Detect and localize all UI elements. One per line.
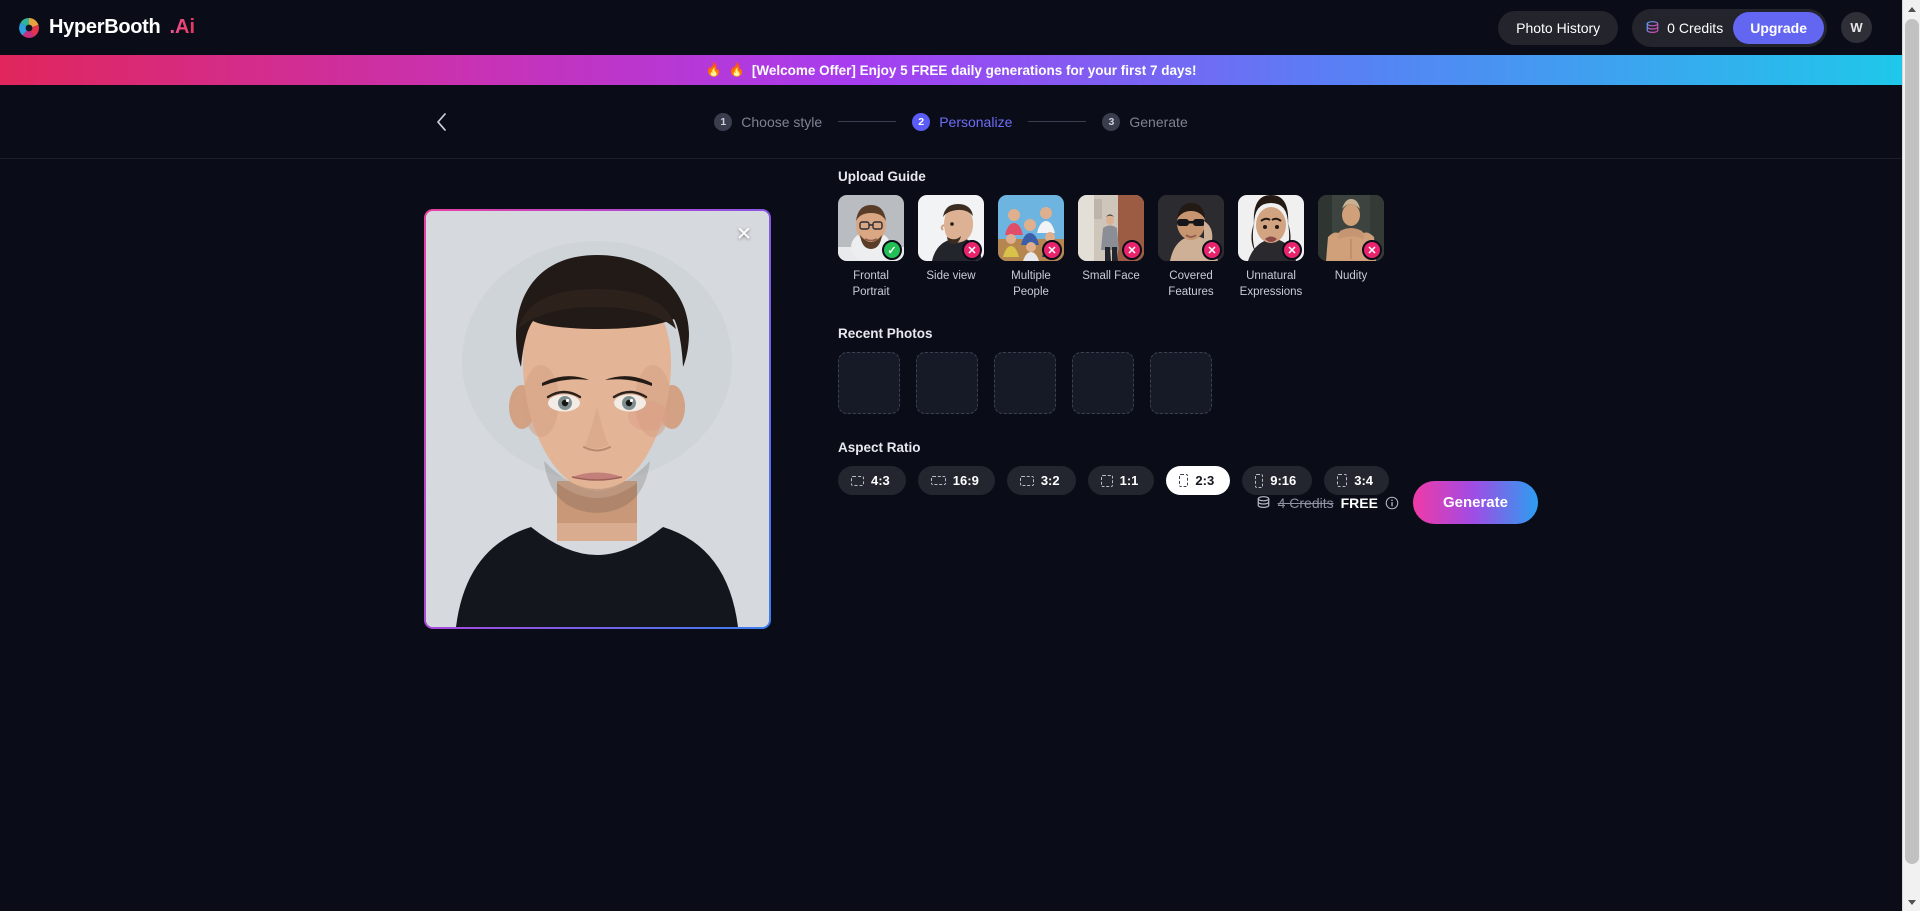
recent-photo-slot[interactable] [1072, 352, 1134, 415]
brand-suffix: .Ai [169, 16, 196, 38]
recent-photo-slot[interactable] [916, 352, 978, 415]
guide-label: Side view [926, 270, 976, 282]
step-generate[interactable]: 3 Generate [1102, 112, 1188, 131]
promo-banner[interactable]: 🔥 🔥 [Welcome Offer] Enjoy 5 FREE daily g… [0, 55, 1902, 85]
step-number: 2 [912, 112, 931, 131]
upload-guide-title: Upload Guide [838, 169, 926, 184]
step-connector [1028, 121, 1087, 122]
guide-label: Covered Features [1168, 270, 1214, 298]
portrait-illustration [426, 211, 769, 627]
app-header: HyperBooth .Ai Photo History 0 Credits U… [0, 0, 1902, 55]
credits-count-label: 0 Credits [1667, 19, 1724, 36]
guide-item-covered-features[interactable]: ✕ Covered Features [1158, 195, 1224, 300]
guide-item-side-view[interactable]: ✕ Side view [918, 195, 984, 300]
recent-photo-slot[interactable] [1150, 352, 1212, 415]
credits-display[interactable]: 0 Credits [1645, 20, 1723, 36]
step-connector [838, 121, 897, 122]
upgrade-button[interactable]: Upgrade [1733, 11, 1824, 44]
guide-item-frontal-portrait[interactable]: ✓ Frontal Portrait [838, 195, 904, 300]
photo-history-button[interactable]: Photo History [1498, 10, 1619, 45]
generate-action-row: 4 Credits FREE Generate [838, 481, 1538, 524]
guide-badge-no: ✕ [1122, 240, 1142, 260]
fire-icon-2: 🔥 [728, 62, 745, 77]
guide-badge-no: ✕ [1282, 240, 1302, 260]
scrollbar-thumb[interactable] [1905, 19, 1919, 864]
price-original: 4 Credits [1277, 494, 1334, 511]
aperture-icon [18, 17, 40, 39]
step-label: Generate [1129, 113, 1188, 130]
upload-guide-section: Upload Guide ✓ Frontal Portrait ✕ Side v… [838, 169, 1538, 300]
aspect-ratio-title: Aspect Ratio [838, 440, 921, 456]
step-label: Personalize [939, 113, 1013, 130]
stepper-bar: 1 Choose style 2 Personalize 3 Generate [0, 85, 1902, 159]
brand-name: HyperBooth [49, 16, 161, 38]
recent-photos-title: Recent Photos [838, 326, 933, 342]
uploaded-photo: ✕ [426, 211, 769, 627]
step-number: 3 [1102, 112, 1121, 131]
uploaded-photo-card[interactable]: ✕ [424, 209, 771, 629]
guide-label: Frontal Portrait [852, 270, 890, 298]
chevron-left-icon [436, 112, 446, 131]
fire-icon-1: 🔥 [705, 62, 722, 77]
guide-badge-no: ✕ [962, 240, 982, 260]
coin-stack-icon [1645, 20, 1660, 35]
price-free-label: FREE [1340, 494, 1378, 511]
guide-item-nudity[interactable]: ✕ Nudity [1318, 195, 1384, 300]
recent-photo-slot[interactable] [994, 352, 1056, 415]
main-content: ✕ Upload Guide ✓ Frontal Portrait ✕ Side… [0, 159, 1902, 911]
step-personalize[interactable]: 2 Personalize [912, 112, 1013, 131]
guide-label: Small Face [1082, 270, 1140, 282]
guide-item-small-face[interactable]: ✕ Small Face [1078, 195, 1144, 300]
recent-photo-slot[interactable] [838, 352, 900, 415]
guide-label: Multiple People [1011, 270, 1051, 298]
stepper: 1 Choose style 2 Personalize 3 Generate [714, 112, 1188, 131]
recent-photos-section: Recent Photos [838, 326, 1538, 415]
guide-item-unnatural-expressions[interactable]: ✕ Unnatural Expressions [1238, 195, 1304, 300]
page-scrollbar[interactable] [1902, 0, 1920, 911]
guide-badge-no: ✕ [1362, 240, 1382, 260]
guide-badge-ok: ✓ [882, 240, 902, 260]
app-root: HyperBooth .Ai Photo History 0 Credits U… [0, 0, 1920, 911]
personalize-panel: Upload Guide ✓ Frontal Portrait ✕ Side v… [838, 169, 1538, 517]
step-label: Choose style [741, 113, 823, 130]
guide-label: Nudity [1334, 270, 1368, 282]
coin-stack-icon [1256, 495, 1271, 510]
generate-button[interactable]: Generate [1412, 481, 1538, 524]
price-summary: 4 Credits FREE [1256, 495, 1399, 511]
guide-badge-no: ✕ [1202, 240, 1222, 260]
promo-banner-text: [Welcome Offer] Enjoy 5 FREE daily gener… [751, 62, 1197, 78]
back-button[interactable] [428, 109, 454, 135]
guide-label: Unnatural Expressions [1239, 270, 1303, 298]
step-choose-style[interactable]: 1 Choose style [714, 112, 823, 131]
upload-guide-list: ✓ Frontal Portrait ✕ Side view ✕ Multipl… [838, 195, 1538, 300]
header-actions: Photo History 0 Credits Upgrade W [1498, 8, 1872, 47]
scroll-up-arrow-icon[interactable] [1903, 0, 1920, 18]
guide-badge-no: ✕ [1042, 240, 1062, 260]
brand-logo-group[interactable]: HyperBooth .Ai [18, 16, 195, 39]
scroll-down-arrow-icon[interactable] [1903, 893, 1920, 911]
recent-photos-list [838, 352, 1538, 415]
guide-item-multiple-people[interactable]: ✕ Multiple People [998, 195, 1064, 300]
avatar[interactable]: W [1841, 12, 1872, 43]
credits-group: 0 Credits Upgrade [1632, 8, 1827, 47]
step-number: 1 [714, 112, 733, 131]
info-circle-icon[interactable] [1385, 496, 1399, 510]
close-icon[interactable]: ✕ [733, 223, 755, 245]
